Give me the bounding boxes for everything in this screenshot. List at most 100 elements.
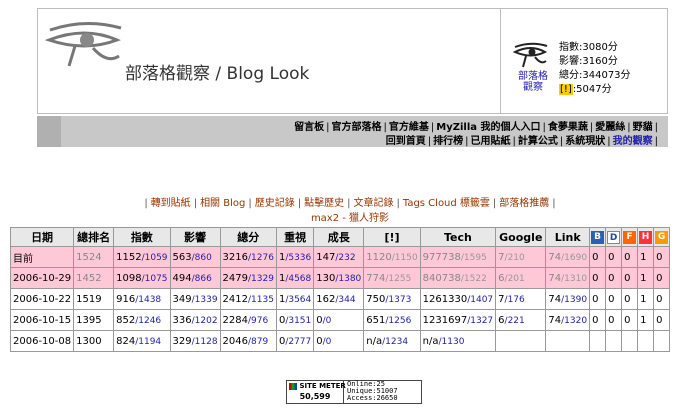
cell-google-rank-link[interactable]: /201 — [505, 274, 525, 284]
cell-link-rank-link[interactable]: /1310 — [561, 274, 587, 284]
subnav-link[interactable]: 文章記錄 — [353, 198, 393, 209]
stats-logo-link[interactable]: 部落格 觀察 — [511, 71, 555, 93]
column-header[interactable]: Tech — [419, 227, 497, 247]
cell-tech-rank-link[interactable]: /1522 — [461, 274, 487, 284]
cell-total-rank-link[interactable]: /879 — [248, 337, 268, 347]
cell-link-rank-link[interactable]: /1320 — [561, 316, 587, 326]
column-header-label: 重視 — [284, 231, 307, 244]
column-header[interactable]: 日期 — [9, 227, 75, 247]
cell-tech-rank-link[interactable]: /1595 — [461, 253, 487, 263]
menu-link[interactable]: 排行榜 — [433, 136, 463, 147]
cell-tech-rank-link[interactable]: /1327 — [467, 316, 493, 326]
cell-total-rank-link[interactable]: /1329 — [248, 274, 274, 284]
cell-attention-rank-link[interactable]: /3564 — [285, 295, 311, 305]
column-header[interactable]: 影響 — [169, 227, 221, 247]
menu-link[interactable]: 回到首頁 — [386, 136, 426, 147]
cell-tech-rank-link[interactable]: /1130 — [439, 337, 465, 347]
cell-influence-rank-link[interactable]: /1202 — [192, 316, 218, 326]
cell-bang-rank-link[interactable]: /1256 — [385, 316, 411, 326]
cell-growth: 162/344 — [313, 288, 365, 310]
column-header[interactable]: 重視 — [275, 227, 315, 247]
menu-link[interactable]: 已用貼紙 — [471, 136, 511, 147]
cell-bang-rank-link[interactable]: /1255 — [385, 274, 411, 284]
cell-tech-value: 840738 — [422, 272, 461, 284]
cell-bang-rank-link[interactable]: /1234 — [382, 337, 408, 347]
cell-attention: 1/3564 — [275, 288, 315, 310]
cell-attention-rank-link[interactable]: /5336 — [285, 253, 311, 263]
cell-index-value: 852 — [116, 314, 136, 326]
subnav-link[interactable]: 歷史記錄 — [255, 198, 295, 209]
cell-d: 0 — [605, 246, 623, 268]
cell-link-value: 74 — [548, 251, 562, 263]
subnav-link[interactable]: Tags Cloud 標籤雲 — [403, 198, 490, 209]
cell-index-rank-link[interactable]: /1059 — [142, 253, 168, 263]
cell-link-rank-link[interactable]: /1390 — [561, 295, 587, 305]
column-header[interactable]: 總排名 — [73, 227, 115, 247]
cell-growth-rank-link[interactable]: /232 — [335, 253, 355, 263]
cell-link: 74/1320 — [545, 309, 591, 331]
site-meter-widget[interactable]: SITE METER 50,599 Online:25 Unique:51007 A… — [286, 380, 422, 404]
menu-link[interactable]: 系統現狀 — [565, 136, 605, 147]
column-header[interactable]: B — [589, 227, 607, 247]
subnav-link[interactable]: 點擊歷史 — [304, 198, 344, 209]
column-header[interactable]: [!] — [363, 227, 421, 247]
cell-link — [545, 330, 591, 352]
eye-of-horus-small-icon[interactable] — [513, 39, 549, 69]
cell-total-value: 2046 — [222, 335, 248, 347]
cell-influence-rank-link[interactable]: /1128 — [192, 337, 218, 347]
cell-link-rank-link[interactable]: /1690 — [561, 253, 587, 263]
menu-link[interactable]: 計算公式 — [518, 136, 558, 147]
column-header[interactable]: G — [653, 227, 671, 247]
column-header[interactable]: H — [637, 227, 655, 247]
cell-rank: 1452 — [73, 267, 115, 289]
cell-growth-rank-link[interactable]: /0 — [323, 337, 332, 347]
cell-b: 0 — [589, 309, 607, 331]
column-header[interactable]: D — [605, 227, 623, 247]
cell-google-rank-link[interactable]: /221 — [505, 316, 525, 326]
cell-index-rank-link[interactable]: /1075 — [142, 274, 168, 284]
cell-growth-rank-link[interactable]: /344 — [335, 295, 355, 305]
subnav-link[interactable]: 轉到貼紙 — [151, 198, 191, 209]
subnav-separator: | — [193, 198, 198, 209]
cell-index-value: 916 — [116, 293, 136, 305]
cell-google-rank-link[interactable]: /176 — [505, 295, 525, 305]
menu-link[interactable]: 我的觀察 — [613, 136, 653, 147]
cell-total-rank-link[interactable]: /1135 — [248, 295, 274, 305]
subnav-link[interactable]: 部落格推薦 — [499, 198, 549, 209]
menu-link[interactable]: 留言板 — [294, 122, 324, 133]
cell-total-rank-link[interactable]: /1276 — [248, 253, 274, 263]
cell-influence-rank-link[interactable]: /1339 — [192, 295, 218, 305]
cell-growth-rank-link[interactable]: /1380 — [335, 274, 361, 284]
cell-google-rank-link[interactable]: /210 — [505, 253, 525, 263]
column-header[interactable]: 指數 — [113, 227, 171, 247]
cell-index-rank-link[interactable]: /1246 — [135, 316, 161, 326]
cell-link-value: 74 — [548, 293, 562, 305]
cell-d: 0 — [605, 309, 623, 331]
cell-index-rank-link[interactable]: /1194 — [135, 337, 161, 347]
cell-tech-rank-link[interactable]: /1407 — [467, 295, 493, 305]
cell-growth: 130/1380 — [313, 267, 365, 289]
cell-bang-rank-link[interactable]: /1373 — [385, 295, 411, 305]
column-header[interactable]: Google — [495, 227, 547, 247]
column-header-label: Link — [554, 230, 581, 244]
menu-link[interactable]: 官方部落格 — [332, 122, 382, 133]
column-header[interactable]: 總分 — [219, 227, 277, 247]
cell-attention-rank-link[interactable]: /2777 — [285, 337, 311, 347]
cell-growth-rank-link[interactable]: /0 — [323, 316, 332, 326]
cell-g — [653, 330, 671, 352]
column-header[interactable]: F — [621, 227, 639, 247]
cell-influence-rank-link[interactable]: /860 — [192, 253, 212, 263]
cell-influence-rank-link[interactable]: /866 — [192, 274, 212, 284]
menu-separator: | — [607, 136, 611, 147]
cell-bang-rank-link[interactable]: /1150 — [392, 253, 418, 263]
column-header[interactable]: Link — [545, 227, 591, 247]
cell-g: 0 — [653, 267, 671, 289]
cell-index-rank-link[interactable]: /1438 — [135, 295, 161, 305]
cell-total-rank-link[interactable]: /976 — [248, 316, 268, 326]
subnav-separator: | — [297, 198, 302, 209]
subnav-link[interactable]: 相關 Blog — [200, 198, 245, 209]
menu-separator: | — [427, 136, 432, 147]
cell-attention-rank-link[interactable]: /3151 — [285, 316, 311, 326]
column-header[interactable]: 成長 — [313, 227, 365, 247]
cell-attention-rank-link[interactable]: /4568 — [285, 274, 311, 284]
